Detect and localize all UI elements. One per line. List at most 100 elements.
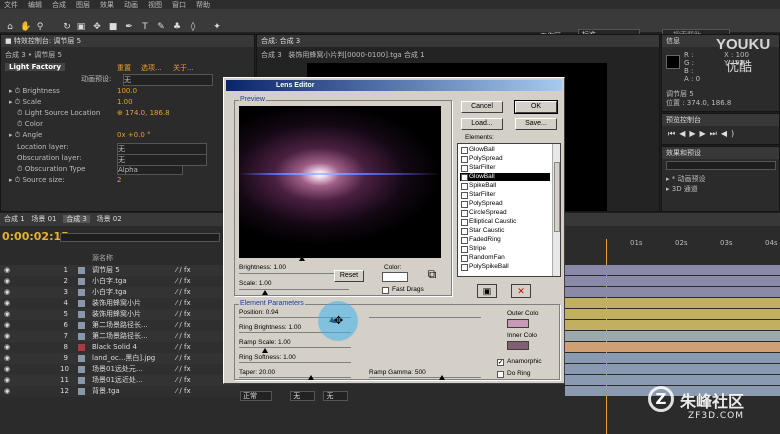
layer-name[interactable]: 场景01远近处... — [92, 375, 143, 386]
layer-switches[interactable]: ⁄ ∕ fx — [176, 364, 191, 375]
ring-softness-slider[interactable] — [239, 362, 351, 363]
lens-element-item[interactable]: GlowBall — [460, 173, 550, 181]
label-color-swatch[interactable] — [78, 366, 85, 373]
layer-row[interactable]: ◉ 10 场景01远处元... ⁄ ∕ fx — [0, 364, 240, 375]
layer-switches[interactable]: ⁄ ∕ fx — [176, 287, 191, 298]
visibility-icon[interactable]: ◉ — [4, 386, 10, 397]
layer-name[interactable]: 背景.tga — [92, 386, 120, 397]
home-icon[interactable]: ⌂ — [5, 22, 15, 32]
taper-knob[interactable] — [308, 375, 314, 380]
visibility-icon[interactable]: ◉ — [4, 331, 10, 342]
effects-presets-tab[interactable]: 效果和预设 — [662, 147, 779, 159]
layer-name[interactable]: 第二场景路径长... — [92, 320, 148, 331]
layer-name[interactable]: 小白字.tga — [92, 276, 127, 287]
timeline-tab[interactable]: 场景 01 — [31, 215, 56, 223]
layer-duration-bar[interactable] — [565, 276, 780, 286]
layer-switches[interactable]: ⁄ ∕ fx — [176, 386, 191, 397]
layer-name[interactable]: Black Solid 4 — [92, 342, 137, 353]
layer-row[interactable]: ◉ 6 第二场景路径长... ⁄ ∕ fx — [0, 320, 240, 331]
visibility-icon[interactable]: ◉ — [4, 287, 10, 298]
effects-search-input[interactable] — [666, 161, 776, 170]
lens-element-item[interactable]: PolySpread — [460, 155, 550, 163]
comp-tab[interactable]: 合成: 合成 3 — [261, 37, 300, 45]
label-color-swatch[interactable] — [78, 344, 85, 351]
time-ruler[interactable]: 01s 02s 03s 04s — [565, 239, 780, 251]
scale-knob[interactable] — [262, 290, 268, 295]
label-color-swatch[interactable] — [78, 300, 85, 307]
save-button[interactable]: Save... — [515, 118, 557, 130]
brightness-knob[interactable] — [299, 256, 305, 261]
preview-tab[interactable]: 预览控制台 — [662, 114, 779, 126]
layer-name[interactable]: 场景01远处元... — [92, 364, 143, 375]
delete-element-icon[interactable]: ✕ — [511, 284, 531, 298]
hand-icon[interactable]: ✋ — [20, 22, 31, 32]
visibility-icon[interactable]: ◉ — [4, 364, 10, 375]
visibility-icon[interactable]: ◉ — [4, 342, 10, 353]
parent-select[interactable]: 无 — [323, 391, 349, 401]
layer-duration-bar[interactable] — [565, 287, 780, 297]
label-color-swatch[interactable] — [78, 388, 85, 395]
pan-icon[interactable]: ✥ — [92, 22, 102, 32]
effect-controls-tab[interactable]: ■ 特效控制台: 调节层 5 — [1, 35, 254, 47]
taper-slider[interactable] — [239, 377, 351, 378]
layer-row[interactable]: ◉ 3 小白字.tga ⁄ ∕ fx — [0, 287, 240, 298]
lens-element-item[interactable]: RandomFan — [460, 254, 550, 262]
timecode[interactable]: 0:00:02:15 — [2, 230, 69, 243]
eyedropper-icon[interactable]: ⧉ — [422, 266, 442, 282]
layer-row[interactable]: ◉ 5 装饰用蜂窝小片 ⁄ ∕ fx — [0, 309, 240, 320]
prop-value[interactable]: 174.0, 186.8 — [125, 109, 170, 117]
label-color-swatch[interactable] — [78, 355, 85, 362]
lens-element-item[interactable]: CircleSpread — [460, 209, 550, 217]
visibility-icon[interactable]: ◉ — [4, 353, 10, 364]
layer-row[interactable]: ◉ 2 小白字.tga ⁄ ∕ fx — [0, 276, 240, 287]
ramp-gamma-slider[interactable] — [369, 377, 481, 378]
prop-value[interactable]: 100.0 — [117, 87, 137, 95]
layer-duration-bar[interactable] — [565, 298, 780, 308]
prop-value[interactable]: 1.00 — [117, 98, 133, 106]
lens-element-item[interactable]: GlowBall — [460, 146, 550, 154]
layer-row[interactable]: ◉ 8 Black Solid 4 ⁄ ∕ fx — [0, 342, 240, 353]
eraser-icon[interactable]: ◊ — [188, 22, 198, 32]
lens-element-item[interactable]: Star Caustic — [460, 227, 550, 235]
ok-button[interactable]: OK — [514, 100, 558, 114]
layer-switches[interactable]: ⁄ ∕ fx — [176, 309, 191, 320]
label-color-swatch[interactable] — [78, 278, 85, 285]
label-color-swatch[interactable] — [78, 377, 85, 384]
do-ring-checkbox[interactable] — [497, 371, 504, 378]
label-color-swatch[interactable] — [78, 333, 85, 340]
effect-name[interactable]: Light Factory — [5, 63, 66, 71]
elements-scrollbar[interactable] — [552, 144, 560, 276]
brightness-slider[interactable] — [239, 273, 349, 274]
layer-row[interactable]: ◉ 1 调节层 5 ⁄ ∕ fx — [0, 265, 240, 276]
layer-name[interactable]: 装饰用蜂窝小片 — [92, 298, 141, 309]
brush-icon[interactable]: ✎ — [156, 22, 166, 32]
prop-value[interactable]: 2 — [117, 176, 121, 184]
rect-icon[interactable]: ■ — [108, 22, 118, 32]
visibility-icon[interactable]: ◉ — [4, 375, 10, 386]
scroll-thumb[interactable] — [554, 162, 560, 232]
visibility-icon[interactable]: ◉ — [4, 298, 10, 309]
lens-preview-canvas[interactable] — [239, 106, 441, 258]
lens-element-item[interactable]: PolySpread — [460, 200, 550, 208]
outer-color-swatch[interactable] — [507, 319, 529, 328]
pen-icon[interactable]: ✒ — [124, 22, 134, 32]
layer-name[interactable]: 调节层 5 — [92, 265, 120, 276]
timeline-tab[interactable]: 场景 02 — [97, 215, 122, 223]
load-button[interactable]: Load... — [461, 118, 503, 130]
visibility-icon[interactable]: ◉ — [4, 265, 10, 276]
layer-duration-bar[interactable] — [565, 309, 780, 319]
trkmat-select[interactable]: 无 — [290, 391, 316, 401]
layer-switches[interactable]: ⁄ ∕ fx — [176, 298, 191, 309]
layer-name[interactable]: 小白字.tga — [92, 287, 127, 298]
camera-icon[interactable]: ▣ — [76, 22, 86, 32]
lens-element-item[interactable]: FadedRing — [460, 236, 550, 244]
lens-element-item[interactable]: StarFilter — [460, 164, 550, 172]
layer-duration-bar[interactable] — [565, 331, 780, 341]
visibility-icon[interactable]: ◉ — [4, 320, 10, 331]
lens-element-item[interactable]: Elliptical Caustic — [460, 218, 550, 226]
obscuration-type-select[interactable]: Alpha — [117, 165, 183, 175]
prop-value[interactable]: 0x +0.0 ° — [117, 131, 151, 139]
layer-row[interactable]: ◉ 12 背景.tga ⁄ ∕ fx — [0, 386, 240, 397]
lens-element-item[interactable]: PolySpikeBall — [460, 263, 550, 271]
element-type-icon[interactable]: ▣ — [477, 284, 497, 298]
